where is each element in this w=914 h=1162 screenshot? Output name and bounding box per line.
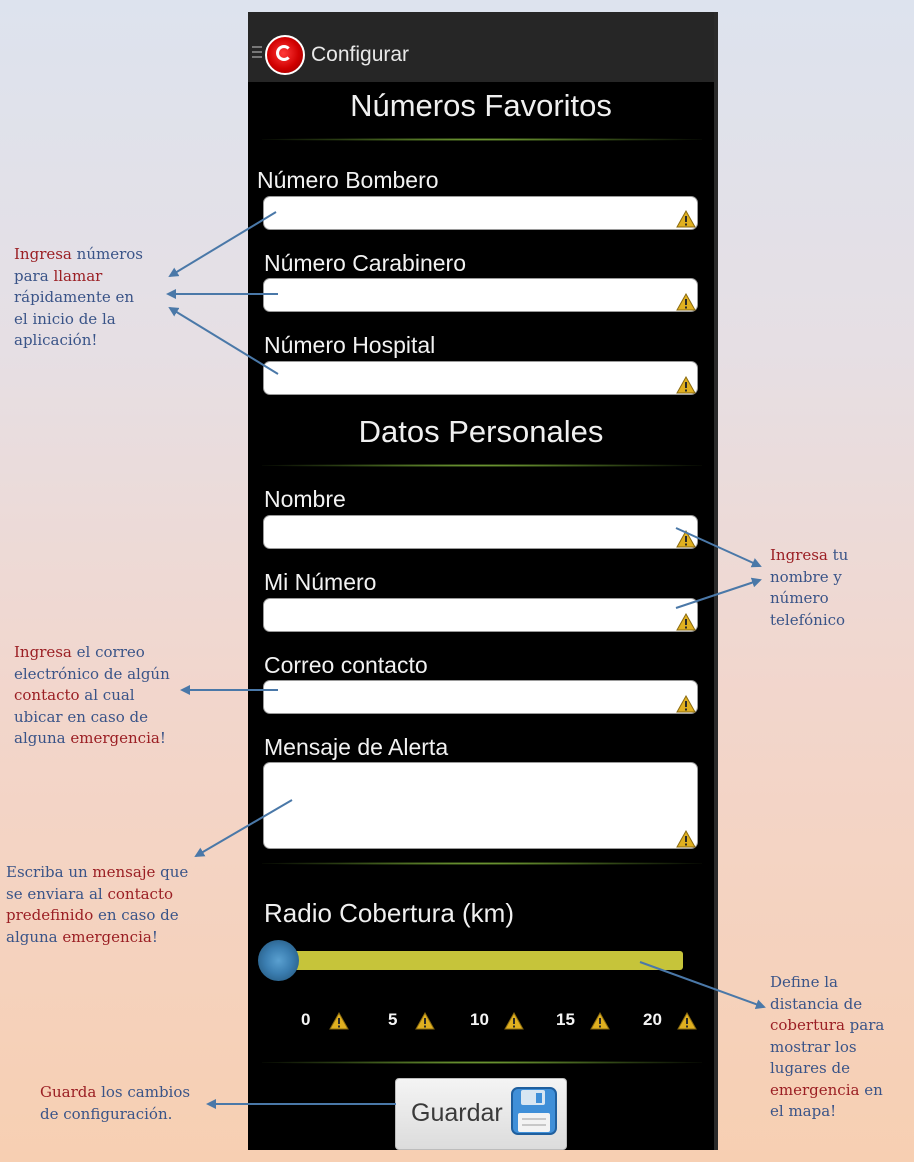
annotation-distance: Define la distancia de cobertura para mostr… — [770, 973, 885, 1120]
arrow — [168, 306, 279, 375]
annotation-save: Guarda los cambios de configuración. — [40, 1083, 191, 1123]
arrow — [639, 961, 766, 1009]
annotation-email: Ingresa el correo electrónico de algún con… — [14, 643, 170, 747]
arrow — [168, 211, 277, 278]
annotation-numbers: Ingresa números para llamar rápidamente en… — [14, 245, 143, 349]
arrow — [194, 799, 293, 858]
arrow — [675, 577, 762, 609]
annotation-message: Escriba un mensaje que se enviara al cont… — [6, 863, 189, 946]
arrow — [675, 527, 762, 568]
annotation-personal: Ingresa tu nombre y número telefónico — [770, 546, 849, 629]
